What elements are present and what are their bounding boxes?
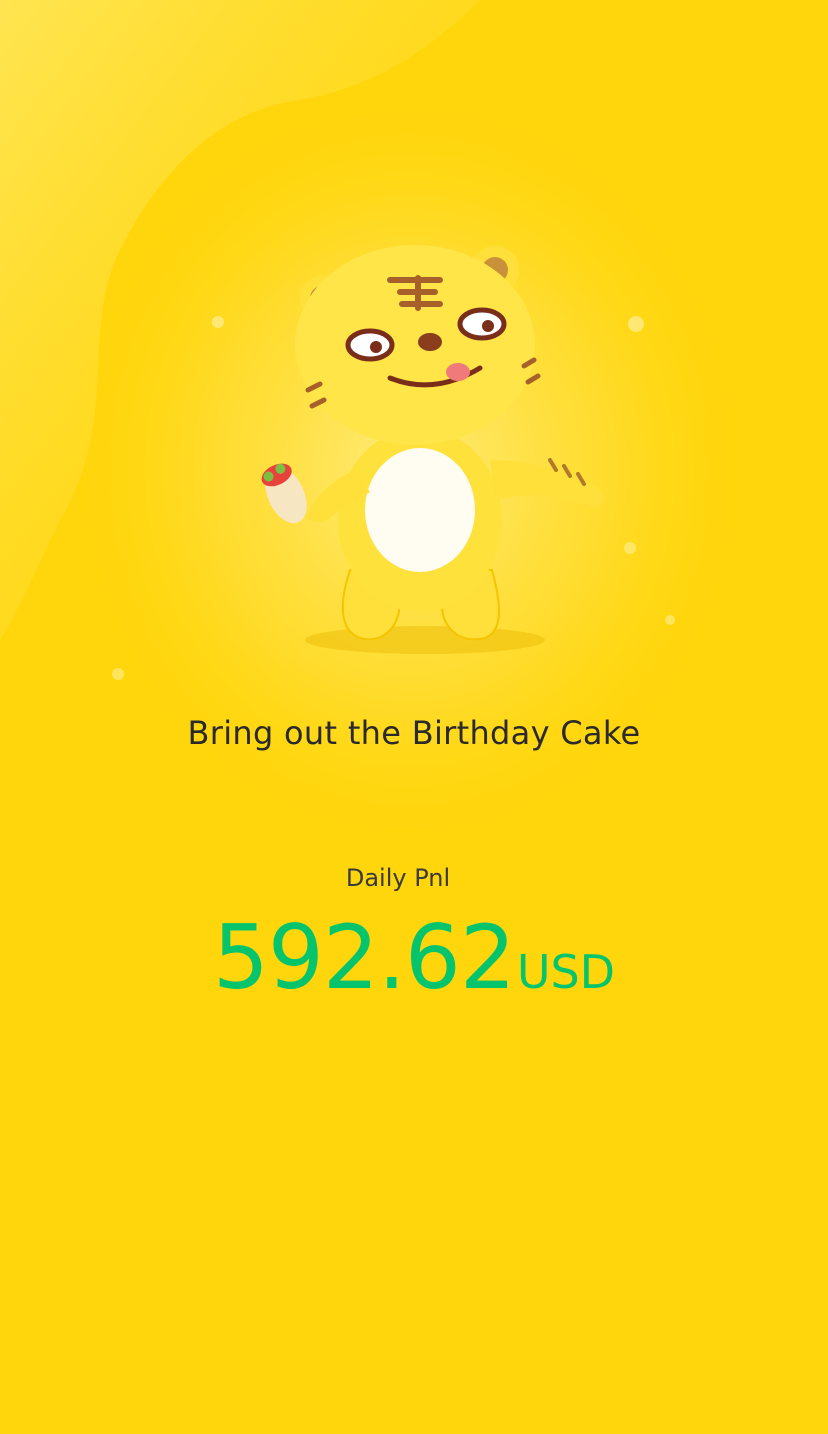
pnl-unit: USD [516,945,616,999]
pnl-value-row: 592.62USD [0,906,828,1009]
birthday-pnl-card: Bring out the Birthday Cake Daily Pnl 59… [0,0,828,1434]
tiger-mascot-icon [261,245,605,654]
headline: Bring out the Birthday Cake [187,714,641,752]
pnl-amount: 592.62 [212,906,516,1009]
pnl-label: Daily Pnl [345,864,451,892]
